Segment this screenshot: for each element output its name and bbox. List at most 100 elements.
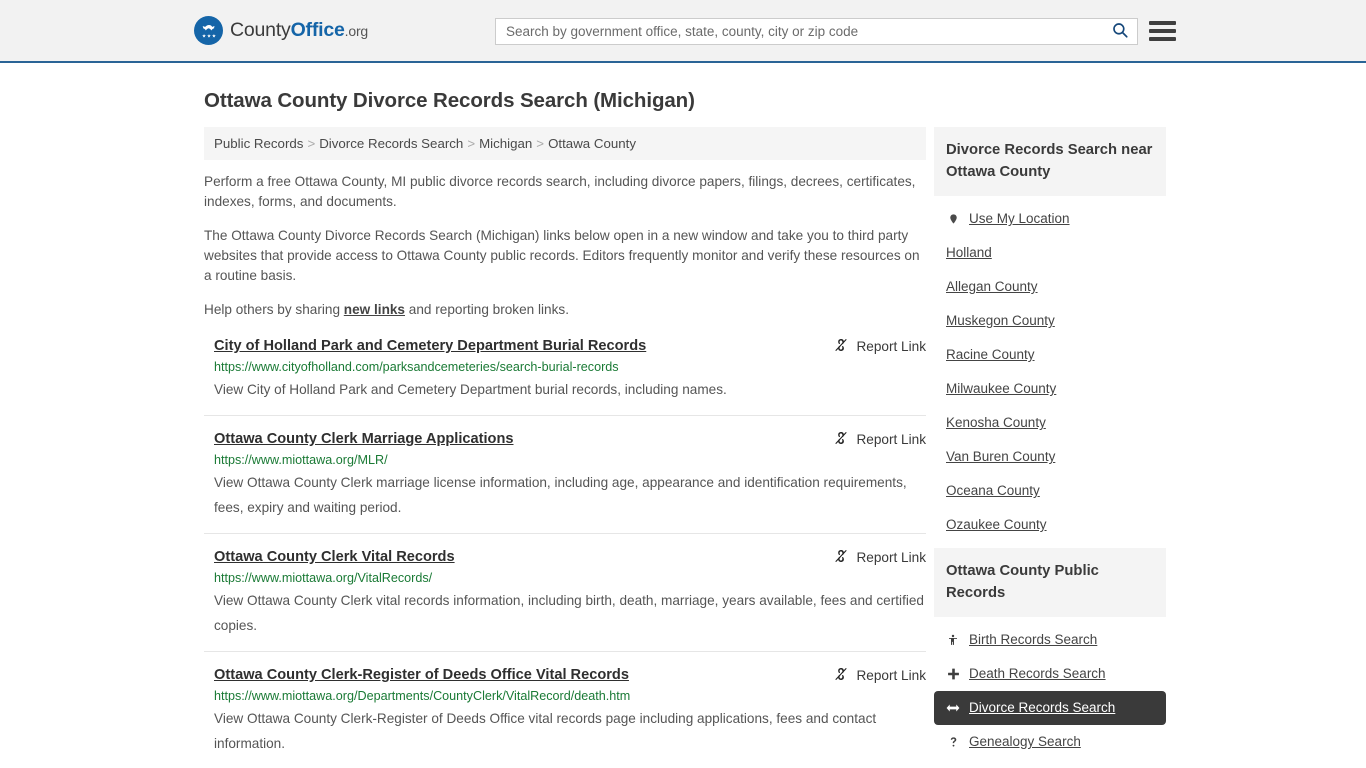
sidebar-item-kenosha-county[interactable]: Kenosha County — [934, 406, 1166, 440]
broken-link-icon — [833, 548, 849, 567]
sidebar-item-van-buren-county[interactable]: Van Buren County — [934, 440, 1166, 474]
result-header: Ottawa County Clerk-Register of Deeds Of… — [214, 665, 926, 685]
sidebar: Divorce Records Search near Ottawa Count… — [934, 127, 1166, 765]
eagle-shield-icon — [194, 16, 223, 45]
breadcrumb-separator-0: > — [307, 136, 316, 151]
result-title-link[interactable]: Ottawa County Clerk-Register of Deeds Of… — [214, 665, 629, 685]
report-link-label: Report Link — [856, 668, 926, 683]
result-title-link[interactable]: Ottawa County Clerk Vital Records — [214, 547, 455, 567]
result-description: View Ottawa County Clerk-Register of Dee… — [214, 711, 877, 751]
site-logo-text: CountyOffice.org — [230, 19, 368, 42]
result-title-link[interactable]: Ottawa County Clerk Marriage Application… — [214, 429, 514, 449]
breadcrumb-separator-2: > — [536, 136, 545, 151]
sidebar-link-label[interactable]: Kenosha County — [946, 414, 1046, 432]
sidebar-item-use-my-location[interactable]: Use My Location — [934, 202, 1166, 236]
sidebar-link-label[interactable]: Use My Location — [969, 210, 1070, 228]
baby-person-icon — [946, 633, 960, 647]
intro-paragraph-1: Perform a free Ottawa County, MI public … — [204, 174, 916, 209]
menu-bar-1 — [1149, 21, 1176, 25]
search-button[interactable] — [1103, 19, 1137, 44]
sidebar-link-label[interactable]: Ozaukee County — [946, 516, 1047, 534]
sidebar-link-label[interactable]: Oceana County — [946, 482, 1040, 500]
sidebar-public-records-box: Ottawa County Public Records Birth Recor… — [934, 548, 1166, 759]
sidebar-item-allegan-county[interactable]: Allegan County — [934, 270, 1166, 304]
sidebar-public-records-heading: Ottawa County Public Records — [934, 548, 1166, 617]
intro-text: Perform a free Ottawa County, MI public … — [204, 172, 926, 320]
sidebar-link-label[interactable]: Milwaukee County — [946, 380, 1056, 398]
result-url: https://www.miottawa.org/VitalRecords/ — [214, 571, 433, 585]
left-right-arrow-icon — [946, 702, 960, 714]
report-link-button[interactable]: Report Link — [833, 430, 926, 449]
search-icon — [1111, 21, 1129, 42]
sidebar-public-records-list: Birth Records Search Death Records Searc… — [934, 617, 1166, 759]
sidebar-nearby-box: Divorce Records Search near Ottawa Count… — [934, 127, 1166, 542]
sidebar-item-racine-county[interactable]: Racine County — [934, 338, 1166, 372]
intro-paragraph-3: Help others by sharing new links and rep… — [204, 300, 926, 320]
report-link-button[interactable]: Report Link — [833, 666, 926, 685]
result-item: City of Holland Park and Cemetery Depart… — [204, 334, 926, 415]
sidebar-item-oceana-county[interactable]: Oceana County — [934, 474, 1166, 508]
logo-text-org: .org — [344, 23, 369, 39]
breadcrumb: Public Records > Divorce Records Search > Mi… — [204, 127, 926, 160]
sidebar-link-label[interactable]: Van Buren County — [946, 448, 1055, 466]
sidebar-link-label[interactable]: Racine County — [946, 346, 1035, 364]
report-link-label: Report Link — [856, 550, 926, 565]
help-suffix: and reporting broken links. — [405, 302, 569, 317]
sidebar-link-label[interactable]: Divorce Records Search — [969, 699, 1115, 717]
sidebar-item-birth-records-search[interactable]: Birth Records Search — [934, 623, 1166, 657]
site-logo[interactable]: CountyOffice.org — [194, 16, 368, 45]
content-columns: Public Records > Divorce Records Search > Mi… — [204, 127, 1172, 768]
sidebar-link-label[interactable]: Death Records Search — [969, 665, 1106, 683]
result-description: View Ottawa County Clerk marriage licens… — [214, 475, 907, 515]
broken-link-icon — [833, 430, 849, 449]
page-container: Ottawa County Divorce Records Search (Mi… — [0, 89, 1366, 768]
sidebar-nearby-list: Use My Location Holland Allegan County M… — [934, 196, 1166, 542]
report-link-button[interactable]: Report Link — [833, 337, 926, 356]
page-title: Ottawa County Divorce Records Search (Mi… — [204, 89, 695, 112]
site-header: CountyOffice.org — [0, 0, 1366, 63]
logo-text-county: County — [230, 19, 291, 41]
logo-text-office: Office — [290, 19, 345, 41]
main-content: Public Records > Divorce Records Search > Mi… — [204, 127, 926, 768]
result-url: https://www.miottawa.org/Departments/Cou… — [214, 689, 631, 703]
result-item: Ottawa County Clerk Vital Records Report… — [204, 533, 926, 651]
breadcrumb-separator-1: > — [467, 136, 476, 151]
sidebar-item-holland[interactable]: Holland — [934, 236, 1166, 270]
sidebar-link-label[interactable]: Birth Records Search — [969, 631, 1097, 649]
breadcrumb-item-0[interactable]: Public Records — [214, 136, 303, 151]
intro-paragraph-2: The Ottawa County Divorce Records Search… — [204, 228, 920, 283]
help-prefix: Help others by sharing — [204, 302, 344, 317]
new-links-link[interactable]: new links — [344, 302, 405, 317]
result-item: Ottawa County Clerk Marriage Application… — [204, 415, 926, 533]
sidebar-link-label[interactable]: Allegan County — [946, 278, 1038, 296]
result-header: Ottawa County Clerk Marriage Application… — [214, 429, 926, 449]
results-list: City of Holland Park and Cemetery Depart… — [204, 334, 926, 768]
sidebar-item-muskegon-county[interactable]: Muskegon County — [934, 304, 1166, 338]
result-description: View City of Holland Park and Cemetery D… — [214, 382, 727, 397]
sidebar-item-milwaukee-county[interactable]: Milwaukee County — [934, 372, 1166, 406]
sidebar-item-genealogy-search[interactable]: Genealogy Search — [934, 725, 1166, 759]
sidebar-item-divorce-records-search[interactable]: Divorce Records Search — [934, 691, 1166, 725]
search-bar[interactable] — [495, 18, 1138, 45]
sidebar-link-label[interactable]: Muskegon County — [946, 312, 1055, 330]
report-link-button[interactable]: Report Link — [833, 548, 926, 567]
breadcrumb-item-1[interactable]: Divorce Records Search — [319, 136, 463, 151]
sidebar-link-label[interactable]: Genealogy Search — [969, 733, 1081, 751]
result-item: Ottawa County Clerk-Register of Deeds Of… — [204, 651, 926, 768]
report-link-label: Report Link — [856, 432, 926, 447]
breadcrumb-item-2[interactable]: Michigan — [479, 136, 532, 151]
result-header: City of Holland Park and Cemetery Depart… — [214, 336, 926, 356]
broken-link-icon — [833, 666, 849, 685]
sidebar-item-ozaukee-county[interactable]: Ozaukee County — [934, 508, 1166, 542]
map-pin-icon — [946, 212, 960, 226]
sidebar-item-death-records-search[interactable]: Death Records Search — [934, 657, 1166, 691]
result-url: https://www.miottawa.org/MLR/ — [214, 453, 388, 467]
breadcrumb-item-3[interactable]: Ottawa County — [548, 136, 636, 151]
sidebar-link-label[interactable]: Holland — [946, 244, 992, 262]
search-input[interactable] — [496, 19, 1103, 44]
hamburger-menu-icon[interactable] — [1149, 18, 1176, 44]
broken-link-icon — [833, 337, 849, 356]
question-mark-icon — [946, 735, 960, 749]
result-header: Ottawa County Clerk Vital Records Report… — [214, 547, 926, 567]
result-title-link[interactable]: City of Holland Park and Cemetery Depart… — [214, 336, 646, 356]
